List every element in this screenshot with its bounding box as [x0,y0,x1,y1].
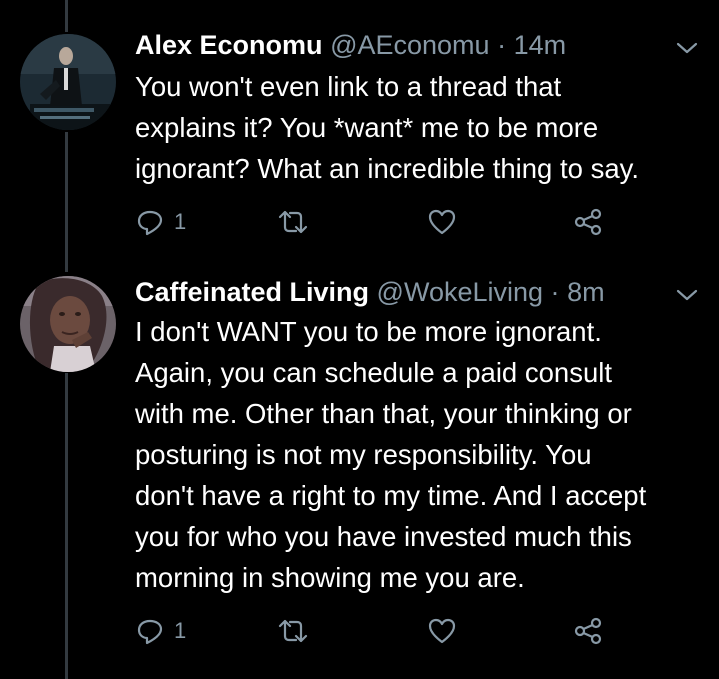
tweet-header: Caffeinated Living @WokeLiving · 8m [135,275,605,309]
share-icon [573,616,603,646]
share-button[interactable] [573,615,603,647]
reply-count: 1 [174,618,187,643]
tweet-text-line: with me. Other than that, your thinking … [135,398,632,429]
chevron-down-icon[interactable] [674,285,700,305]
avatar[interactable] [20,276,116,372]
like-icon [427,616,457,646]
like-button[interactable] [427,615,457,647]
tweet-text-line: you for who you have invested much this [135,521,632,552]
tweet-text-line: morning in showing me you are. [135,562,525,593]
tweet-text-line: I don't WANT you to be more ignorant. [135,316,602,347]
reply-icon [135,616,165,646]
retweet-icon [276,616,310,646]
reply-button[interactable]: 1 [135,615,186,647]
tweet-caffeinated-living[interactable]: Caffeinated Living @WokeLiving · 8m I do… [0,0,719,679]
separator: · [550,277,560,307]
tweet-actions: 1 [135,615,615,647]
tweet-text-line: Again, you can schedule a paid consult [135,357,612,388]
handle[interactable]: @WokeLiving [377,277,543,307]
tweet-text: I don't WANT you to be more ignorant. Ag… [135,311,646,598]
timestamp[interactable]: 8m [567,277,605,307]
tweet-text-line: posturing is not my responsibility. You [135,439,592,470]
display-name[interactable]: Caffeinated Living [135,277,369,307]
tweet-text-line: don't have a right to my time. And I acc… [135,480,647,511]
retweet-button[interactable] [276,615,310,647]
